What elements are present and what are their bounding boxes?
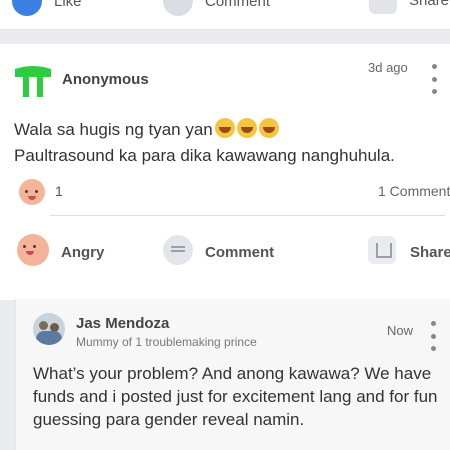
comment-icon[interactable] [163,235,193,265]
post-action-bar: Angry Comment Share [0,232,450,272]
share-label: Share [409,0,450,9]
avatar[interactable] [33,313,65,345]
comment-action[interactable]: Comment [163,0,270,16]
comment-card: Jas Mendoza Mummy of 1 troublemaking pri… [15,299,450,450]
post-author[interactable]: Anonymous [62,71,149,88]
comment-more-icon[interactable] [427,321,439,351]
post-more-icon[interactable] [428,64,440,94]
reaction-button[interactable]: Angry [61,244,104,261]
share-button[interactable]: Share [410,244,450,261]
divider [50,215,445,216]
share-icon [369,0,397,14]
reaction-count: 1 [55,183,63,199]
anonymous-logo-icon [15,66,51,97]
post-text: Wala sa hugis ng tyan yan Paultrasound k… [14,117,444,169]
comment-time: Now [387,323,414,338]
laughing-emoji-icon [236,118,257,138]
comment-author-subtitle: Mummy of 1 troublemaking prince [76,335,257,349]
comment-label: Comment [205,0,271,10]
like-label: Like [54,0,82,10]
post-text-line2: Paultrasound ka para dika kawawang nangh… [14,146,395,165]
laughing-emoji-icon [214,118,235,138]
comments-count[interactable]: 1 Comment [378,183,450,199]
reaction-summary[interactable]: 1 1 Comment [0,177,450,207]
like-action[interactable]: Like [12,0,82,16]
previous-post-action-bar: Like Comment Share [0,0,450,30]
post-time: 3d ago [368,60,408,75]
angry-baby-icon [19,179,45,205]
comment-author[interactable]: Jas Mendoza [76,315,169,332]
share-action[interactable]: Share [369,0,449,14]
angry-reaction-icon[interactable] [17,234,49,266]
post-card: Anonymous 3d ago Wala sa hugis ng tyan y… [0,44,450,300]
comment-icon [163,0,193,16]
share-icon[interactable] [368,236,396,264]
like-icon [12,0,42,16]
comment-text: What’s your problem? And anong kawawa? W… [33,364,438,429]
laughing-emoji-icon [258,118,279,138]
comment-button[interactable]: Comment [205,244,274,261]
post-text-line1: Wala sa hugis ng tyan yan [14,120,213,139]
